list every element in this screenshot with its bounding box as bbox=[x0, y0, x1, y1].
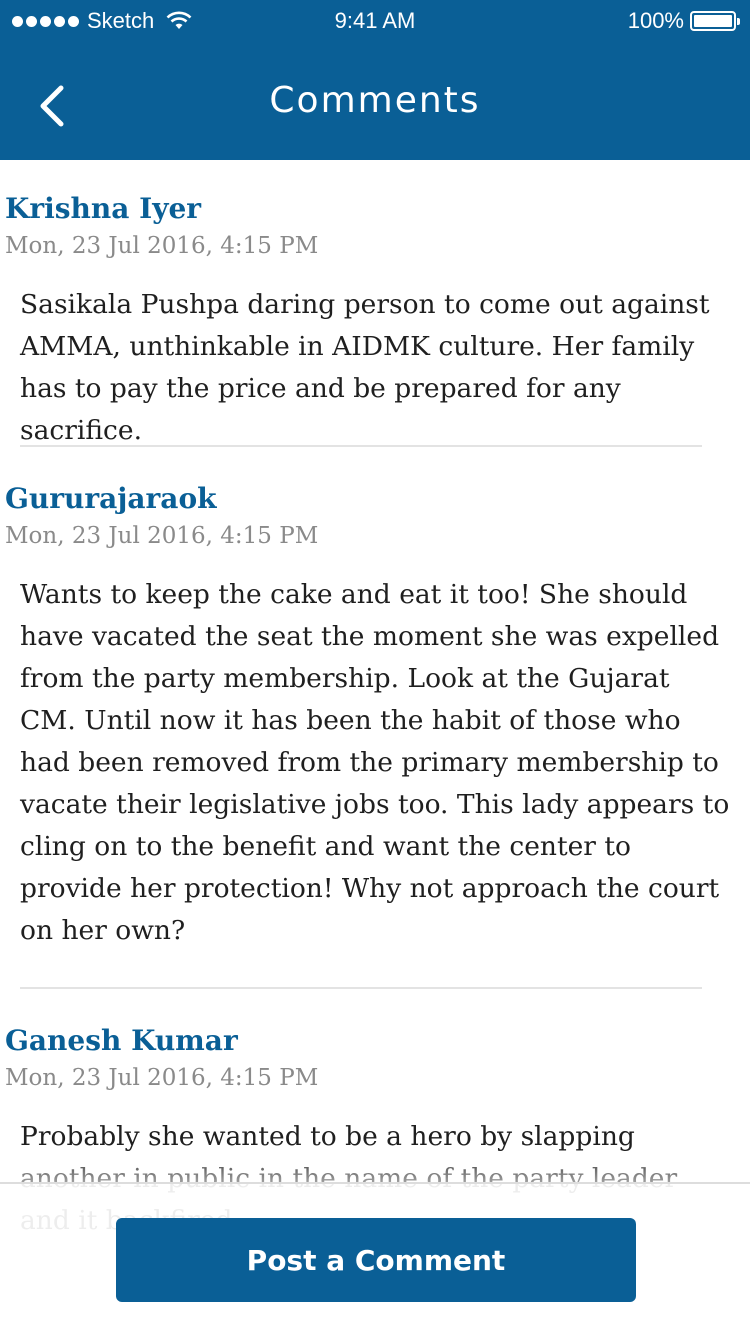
comment-date: Mon, 23 Jul 2016, 4:15 PM bbox=[5, 1065, 319, 1091]
page-title: Comments bbox=[269, 80, 481, 121]
comment-author[interactable]: Gururajaraok bbox=[5, 482, 217, 515]
comment-text: Wants to keep the cake and eat it too! S… bbox=[20, 579, 730, 946]
comment-divider bbox=[20, 987, 702, 989]
comment-date: Mon, 23 Jul 2016, 4:15 PM bbox=[5, 233, 319, 259]
post-comment-button[interactable]: Post a Comment bbox=[116, 1218, 636, 1302]
battery-icon bbox=[690, 11, 740, 31]
comment-date: Mon, 23 Jul 2016, 4:15 PM bbox=[5, 523, 319, 549]
comment-text: Sasikala Pushpa daring person to come ou… bbox=[20, 289, 710, 446]
content-fade bbox=[0, 1150, 750, 1184]
comment-author[interactable]: Krishna Iyer bbox=[5, 192, 201, 225]
battery-percent: 100% bbox=[627, 8, 684, 33]
battery-group: 100% bbox=[627, 8, 740, 34]
comment-divider bbox=[20, 445, 702, 447]
comment-author[interactable]: Ganesh Kumar bbox=[5, 1024, 238, 1057]
bottom-action-bar: Post a Comment bbox=[0, 1182, 750, 1334]
navigation-bar: Comments bbox=[0, 40, 750, 160]
status-bar: Sketch 9:41 AM 100% bbox=[0, 0, 750, 40]
